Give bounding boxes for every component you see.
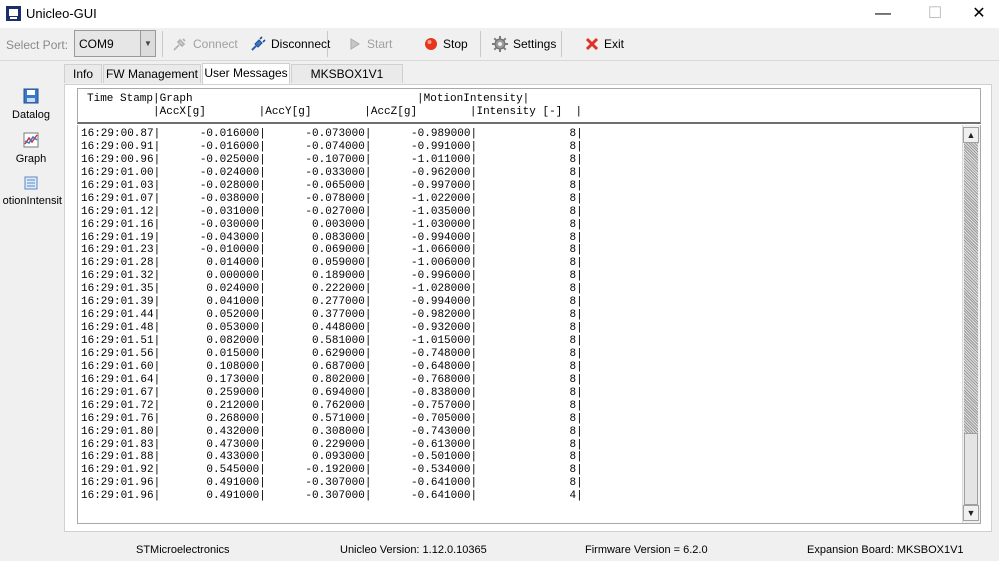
table-row: 16:29:01.32| 0.000000| 0.189000| -0.9960… <box>81 270 583 283</box>
disconnect-label: Disconnect <box>271 37 331 51</box>
status-company: STMicroelectronics <box>136 544 230 556</box>
minimize-button[interactable]: — <box>860 0 906 28</box>
tab-info[interactable]: Info <box>64 64 102 83</box>
table-row: 16:29:01.48| 0.053000| 0.448000| -0.9320… <box>81 322 583 335</box>
toolbar-separator <box>327 31 328 57</box>
table-row: 16:29:00.96| -0.025000| -0.107000| -1.01… <box>81 153 583 166</box>
table-row: 16:29:01.83| 0.473000| 0.229000| -0.6130… <box>81 438 583 451</box>
gear-icon <box>492 36 508 52</box>
tab-mksbox1v1-options[interactable]: MKSBOX1V1 Options <box>291 64 403 100</box>
toolbar-separator <box>480 31 481 57</box>
table-row: 16:29:01.67| 0.259000| 0.694000| -0.8380… <box>81 386 583 399</box>
exit-button[interactable]: Exit <box>585 28 624 60</box>
exit-label: Exit <box>604 37 625 51</box>
port-select[interactable]: COM9 ▼ <box>74 30 156 57</box>
table-header-line-2: |AccX[g] |AccY[g] |AccZ[g] |Intensity [-… <box>87 106 583 118</box>
stop-label: Stop <box>443 37 468 51</box>
app-logo-icon <box>6 6 21 21</box>
graph-icon <box>23 132 39 148</box>
table-row: 16:29:00.91| -0.016000| -0.074000| -0.99… <box>81 140 583 153</box>
status-bar: STMicroelectronics Unicleo Version: 1.12… <box>0 536 999 561</box>
table-row: 16:29:01.64| 0.173000| 0.802000| -0.7680… <box>81 373 583 386</box>
unplug-icon <box>251 36 266 51</box>
chevron-down-icon[interactable]: ▼ <box>140 31 155 56</box>
play-icon <box>350 38 360 50</box>
table-row: 16:29:01.76| 0.268000| 0.571000| -0.7050… <box>81 412 583 425</box>
start-label: Start <box>367 37 393 51</box>
motion-intensity-icon <box>24 176 38 190</box>
status-board: Expansion Board: MKSBOX1V1 <box>807 544 964 556</box>
table-row: 16:29:01.92| 0.545000| -0.192000| -0.534… <box>81 464 583 477</box>
tab-fw-management[interactable]: FW Management <box>103 64 201 83</box>
settings-button[interactable]: Settings <box>492 28 556 60</box>
close-x-icon <box>585 37 599 51</box>
disconnect-button[interactable]: Disconnect <box>250 28 330 60</box>
scroll-up-icon[interactable]: ▲ <box>963 127 979 143</box>
table-row: 16:29:01.60| 0.108000| 0.687000| -0.6480… <box>81 360 583 373</box>
stop-button[interactable]: Stop <box>424 28 468 60</box>
nav-item-label: otionIntensit <box>2 195 62 207</box>
table-row: 16:29:01.72| 0.212000| 0.762000| -0.7570… <box>81 399 583 412</box>
nav-item-graph[interactable]: Graph <box>0 132 62 165</box>
status-version: Unicleo Version: 1.12.0.10365 <box>340 544 487 556</box>
toolbar-separator <box>561 31 562 57</box>
table-row: 16:29:01.28| 0.014000| 0.059000| -1.0060… <box>81 257 583 270</box>
window-title: Unicleo-GUI <box>26 6 97 21</box>
toolbar: Select Port: COM9 ▼ Connect Disconnect S… <box>0 28 999 61</box>
table-row: 16:29:01.56| 0.015000| 0.629000| -0.7480… <box>81 347 583 360</box>
table-header-line-1: Time Stamp|Graph |MotionIntensity| <box>87 93 530 105</box>
datalog-icon <box>23 88 39 104</box>
message-log[interactable]: 16:29:00.87| -0.016000| -0.073000| -0.98… <box>77 125 981 524</box>
table-row: 16:29:01.03| -0.028000| -0.065000| -0.99… <box>81 179 583 192</box>
port-select-value: COM9 <box>79 37 114 51</box>
title-bar: Unicleo-GUI — ☐ ✕ <box>0 0 999 28</box>
start-button[interactable]: Start <box>348 28 392 60</box>
scroll-thumb[interactable] <box>964 433 978 505</box>
table-row: 16:29:01.96| 0.491000| -0.307000| -0.641… <box>81 490 583 503</box>
plug-icon <box>173 38 186 51</box>
settings-label: Settings <box>513 37 557 51</box>
nav-item-motion-intensity[interactable]: otionIntensit <box>0 176 62 207</box>
table-row: 16:29:01.39| 0.041000| 0.277000| -0.9940… <box>81 296 583 309</box>
connect-button[interactable]: Connect <box>172 28 238 60</box>
table-row: 16:29:01.23| -0.010000| 0.069000| -1.066… <box>81 244 583 257</box>
user-messages-panel: Time Stamp|Graph |MotionIntensity| |AccX… <box>64 84 992 532</box>
connect-label: Connect <box>193 37 238 51</box>
select-port-label: Select Port: <box>6 38 69 52</box>
nav-item-datalog[interactable]: Datalog <box>0 88 62 121</box>
table-row: 16:29:01.96| 0.491000| -0.307000| -0.641… <box>81 477 583 490</box>
table-row: 16:29:01.12| -0.031000| -0.027000| -1.03… <box>81 205 583 218</box>
table-header: Time Stamp|Graph |MotionIntensity| |AccX… <box>77 88 981 124</box>
vertical-scrollbar[interactable]: ▲ ▼ <box>962 125 980 523</box>
table-row: 16:29:01.07| -0.038000| -0.078000| -1.02… <box>81 192 583 205</box>
close-button[interactable]: ✕ <box>956 0 999 28</box>
table-row: 16:29:01.80| 0.432000| 0.308000| -0.7430… <box>81 425 583 438</box>
table-row: 16:29:01.88| 0.433000| 0.093000| -0.5010… <box>81 451 583 464</box>
scroll-track[interactable] <box>964 143 978 433</box>
status-firmware: Firmware Version = 6.2.0 <box>585 544 708 556</box>
maximize-button[interactable]: ☐ <box>912 0 958 28</box>
side-navigation: Datalog Graph otionIntensit <box>0 61 62 531</box>
tab-user-messages[interactable]: User Messages <box>202 63 290 84</box>
stop-icon <box>425 38 437 50</box>
message-rows: 16:29:00.87| -0.016000| -0.073000| -0.98… <box>81 128 583 503</box>
table-row: 16:29:01.44| 0.052000| 0.377000| -0.9820… <box>81 309 583 322</box>
nav-item-label: Datalog <box>12 109 50 121</box>
table-row: 16:29:01.00| -0.024000| -0.033000| -0.96… <box>81 166 583 179</box>
scroll-down-icon[interactable]: ▼ <box>963 505 979 521</box>
nav-item-label: Graph <box>15 153 47 165</box>
table-row: 16:29:01.35| 0.024000| 0.222000| -1.0280… <box>81 283 583 296</box>
table-row: 16:29:00.87| -0.016000| -0.073000| -0.98… <box>81 128 583 140</box>
table-row: 16:29:01.51| 0.082000| 0.581000| -1.0150… <box>81 335 583 347</box>
table-row: 16:29:01.19| -0.043000| 0.083000| -0.994… <box>81 231 583 244</box>
toolbar-separator <box>162 31 163 57</box>
table-row: 16:29:01.16| -0.030000| 0.003000| -1.030… <box>81 218 583 231</box>
